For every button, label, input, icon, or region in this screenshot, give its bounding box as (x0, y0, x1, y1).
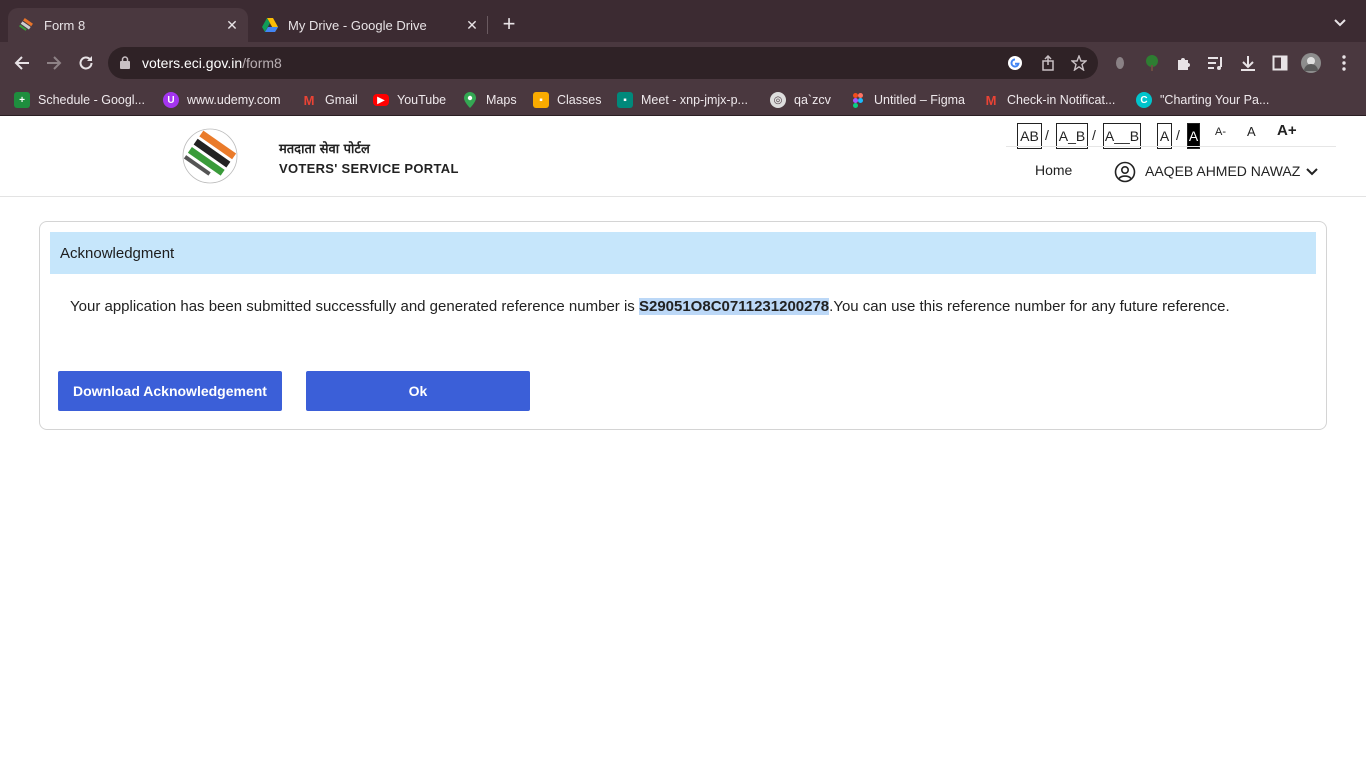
tab-google-drive[interactable]: My Drive - Google Drive ✕ (252, 8, 488, 42)
card-header: Acknowledgment (50, 232, 1316, 274)
user-circle-icon[interactable] (1114, 161, 1136, 183)
card-title: Acknowledgment (60, 245, 175, 262)
header-divider (1006, 146, 1336, 147)
font-increase-button[interactable]: A+ (1277, 122, 1297, 139)
brand-title-english: VOTERS' SERVICE PORTAL (279, 161, 459, 176)
font-normal-button[interactable]: A (1247, 124, 1256, 139)
bookmark-youtube[interactable]: ▶ YouTube (373, 91, 446, 109)
bookmark-label: YouTube (397, 93, 447, 107)
close-tab-icon[interactable]: ✕ (222, 15, 242, 35)
side-panel-icon[interactable] (1270, 53, 1290, 73)
gmail-icon: M (303, 92, 315, 108)
bookmark-charting[interactable]: C "Charting Your Pa... (1136, 91, 1269, 109)
figma-icon (850, 92, 866, 108)
bookmark-figma[interactable]: Untitled – Figma (850, 91, 965, 109)
google-drive-icon (262, 17, 278, 33)
ok-button[interactable]: Ok (306, 371, 530, 411)
bookmark-maps[interactable]: Maps (462, 91, 517, 109)
google-sheets-icon: + (14, 92, 30, 108)
share-icon[interactable] (1040, 54, 1056, 71)
forward-arrow-icon[interactable] (43, 52, 65, 74)
message-text-before: Your application has been submitted succ… (70, 298, 639, 315)
bookmark-label: www.udemy.com (187, 93, 281, 107)
youtube-icon: ▶ (373, 94, 389, 106)
download-acknowledgement-button[interactable]: Download Acknowledgement (58, 371, 282, 411)
lock-icon[interactable] (120, 56, 130, 74)
separator-slash: / (1092, 127, 1096, 143)
close-tab-icon[interactable]: ✕ (462, 15, 482, 35)
new-tab-icon[interactable]: + (498, 13, 520, 36)
bookmark-meet[interactable]: ▪ Meet - xnp-jmjx-p... (617, 91, 748, 109)
bookmark-label: Classes (557, 93, 602, 107)
classroom-icon: ▪ (533, 92, 549, 108)
google-icon[interactable] (1007, 55, 1023, 71)
gmail-icon: M (985, 92, 997, 108)
bookmark-gmail[interactable]: M Gmail (301, 91, 358, 109)
acknowledgment-card: Acknowledgment Your application has been… (39, 221, 1327, 430)
bookmark-check-in[interactable]: M Check-in Notificat... (983, 91, 1116, 109)
bookmark-label: qa`zcv (794, 93, 831, 107)
meet-icon: ▪ (617, 92, 633, 108)
address-bar[interactable]: voters.eci.gov.in/form8 (108, 47, 1098, 79)
tab-separator (487, 16, 488, 34)
puzzle-extensions-icon[interactable] (1174, 53, 1194, 73)
bookmark-label: Check-in Notificat... (1007, 93, 1116, 107)
brand-title-hindi: मतदाता सेवा पोर्टल (279, 142, 370, 157)
bookmark-qazcv[interactable]: ◎ qa`zcv (770, 91, 831, 109)
separator-slash: / (1045, 127, 1049, 143)
url-host: voters.eci.gov.in (142, 55, 243, 71)
bookmark-label: Meet - xnp-jmjx-p... (641, 93, 748, 107)
bookmark-label: "Charting Your Pa... (1160, 93, 1270, 107)
nav-home-link[interactable]: Home (1035, 162, 1072, 178)
download-icon[interactable] (1238, 53, 1258, 73)
url-path: /form8 (242, 55, 282, 71)
bookmark-schedule[interactable]: + Schedule - Googl... (14, 91, 145, 109)
message-text-after: .You can use this reference number for a… (829, 298, 1230, 315)
back-arrow-icon[interactable] (11, 52, 33, 74)
tab-title: My Drive - Google Drive (288, 17, 427, 33)
more-vert-icon[interactable] (1334, 53, 1354, 73)
font-decrease-button[interactable]: A- (1215, 126, 1226, 138)
browser-tab-bar: Form 8 ✕ My Drive - Google Drive ✕ + (0, 0, 1366, 42)
bookmark-label: Maps (486, 93, 517, 107)
tab-title: Form 8 (44, 17, 86, 33)
profile-avatar-icon[interactable] (1301, 53, 1321, 73)
tab-form-8[interactable]: Form 8 ✕ (8, 8, 248, 42)
acknowledgment-message: Your application has been submitted succ… (70, 295, 1270, 319)
extension-dot-icon[interactable] (1110, 53, 1130, 73)
bookmarks-bar: + Schedule - Googl... Uwww.udemy.com M Gma… (0, 84, 1366, 116)
maps-pin-icon (462, 92, 478, 108)
chevron-down-icon[interactable] (1332, 14, 1348, 30)
udemy-icon: U (163, 92, 179, 108)
eci-logo[interactable] (180, 127, 240, 185)
canva-icon: C (1136, 92, 1152, 108)
reload-icon[interactable] (75, 52, 97, 74)
separator-slash: / (1176, 127, 1180, 143)
bookmark-star-icon[interactable] (1070, 54, 1088, 72)
bookmark-udemy[interactable]: Uwww.udemy.com (163, 91, 281, 109)
bookmark-label: Untitled – Figma (874, 93, 966, 107)
chevron-down-icon[interactable] (1305, 165, 1319, 179)
tree-extension-icon[interactable] (1142, 53, 1162, 73)
reference-number[interactable]: S29051O8C0711231200278 (638, 298, 830, 315)
media-queue-icon[interactable] (1205, 53, 1225, 73)
browser-toolbar: voters.eci.gov.in/form8 (0, 42, 1366, 84)
globe-icon: ◎ (770, 92, 786, 108)
url-text[interactable]: voters.eci.gov.in/form8 (142, 55, 282, 71)
bookmark-label: Schedule - Googl... (38, 93, 146, 107)
eci-favicon-icon (18, 17, 34, 33)
user-name[interactable]: AAQEB AHMED NAWAZ (1145, 163, 1300, 179)
bookmark-classes[interactable]: ▪ Classes (533, 91, 601, 109)
bookmark-label: Gmail (325, 93, 358, 107)
site-header: मतदाता सेवा पोर्टल VOTERS' SERVICE PORTA… (0, 117, 1366, 197)
